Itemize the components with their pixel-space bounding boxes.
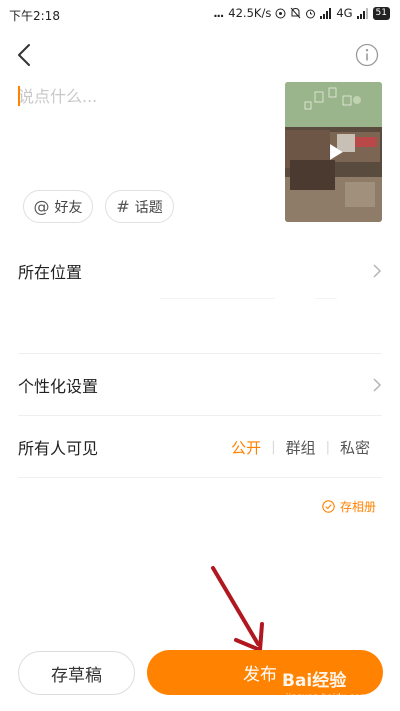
personalize-row[interactable]: 个性化设置	[18, 370, 382, 400]
alarm-icon	[306, 9, 316, 18]
publish-label: 发布	[243, 665, 277, 685]
status-bar: 下午2:18 ... 42.5K/s 4G 51	[0, 0, 400, 30]
mute-bell-icon	[290, 7, 301, 19]
hotspot-icon	[275, 8, 286, 18]
status-dots: ...	[213, 6, 224, 20]
net-speed: 42.5K/s	[228, 6, 272, 20]
at-icon: @	[33, 197, 50, 216]
back-icon[interactable]	[12, 42, 38, 68]
chevron-right-icon	[373, 378, 382, 392]
status-indicators: ... 42.5K/s 4G 51	[213, 6, 390, 20]
divider	[18, 415, 382, 416]
visibility-label: 所有人可见	[18, 439, 99, 458]
topic-chip[interactable]: # 话题	[105, 190, 174, 223]
status-time: 下午2:18	[9, 9, 60, 23]
save-to-album-label: 存相册	[340, 500, 377, 514]
compose-input[interactable]	[18, 84, 268, 108]
signal-icon-2	[356, 7, 368, 19]
hashtag-icon: #	[116, 197, 130, 216]
mention-friend-chip[interactable]: @ 好友	[23, 190, 93, 223]
text-cursor	[18, 86, 20, 106]
visibility-public-option[interactable]: 公开	[221, 437, 271, 458]
visibility-group-option[interactable]: 群组	[276, 437, 326, 458]
visibility-private-option[interactable]: 私密	[330, 437, 382, 458]
topic-label: 话题	[134, 199, 163, 216]
visibility-options: 公开 | 群组 | 私密	[221, 437, 382, 458]
save-to-album-toggle[interactable]: 存相册	[322, 498, 376, 515]
location-suggestion-line-2	[315, 298, 337, 299]
chevron-right-icon	[373, 264, 382, 278]
visibility-row: 所有人可见 公开 | 群组 | 私密	[18, 432, 382, 462]
location-row[interactable]: 所在位置	[18, 256, 382, 286]
location-label: 所在位置	[18, 263, 83, 282]
watermark-text: Bai经验	[282, 671, 347, 691]
mention-friend-label: 好友	[54, 199, 83, 216]
divider	[18, 353, 382, 354]
divider	[18, 477, 382, 478]
baidu-jingyan-watermark: Bai经验 jingyan.baidu.com	[282, 658, 382, 708]
save-draft-button[interactable]: 存草稿	[18, 651, 135, 695]
location-suggestion-line	[160, 298, 275, 299]
play-icon[interactable]	[325, 142, 345, 162]
watermark-url: jingyan.baidu.com	[286, 692, 369, 701]
info-icon[interactable]	[355, 43, 379, 67]
signal-icon	[320, 7, 332, 19]
annotation-arrow	[211, 566, 264, 652]
battery-icon: 51	[372, 6, 390, 20]
network-type: 4G	[336, 6, 353, 20]
check-circle-icon	[322, 500, 335, 513]
personalize-label: 个性化设置	[18, 377, 99, 396]
